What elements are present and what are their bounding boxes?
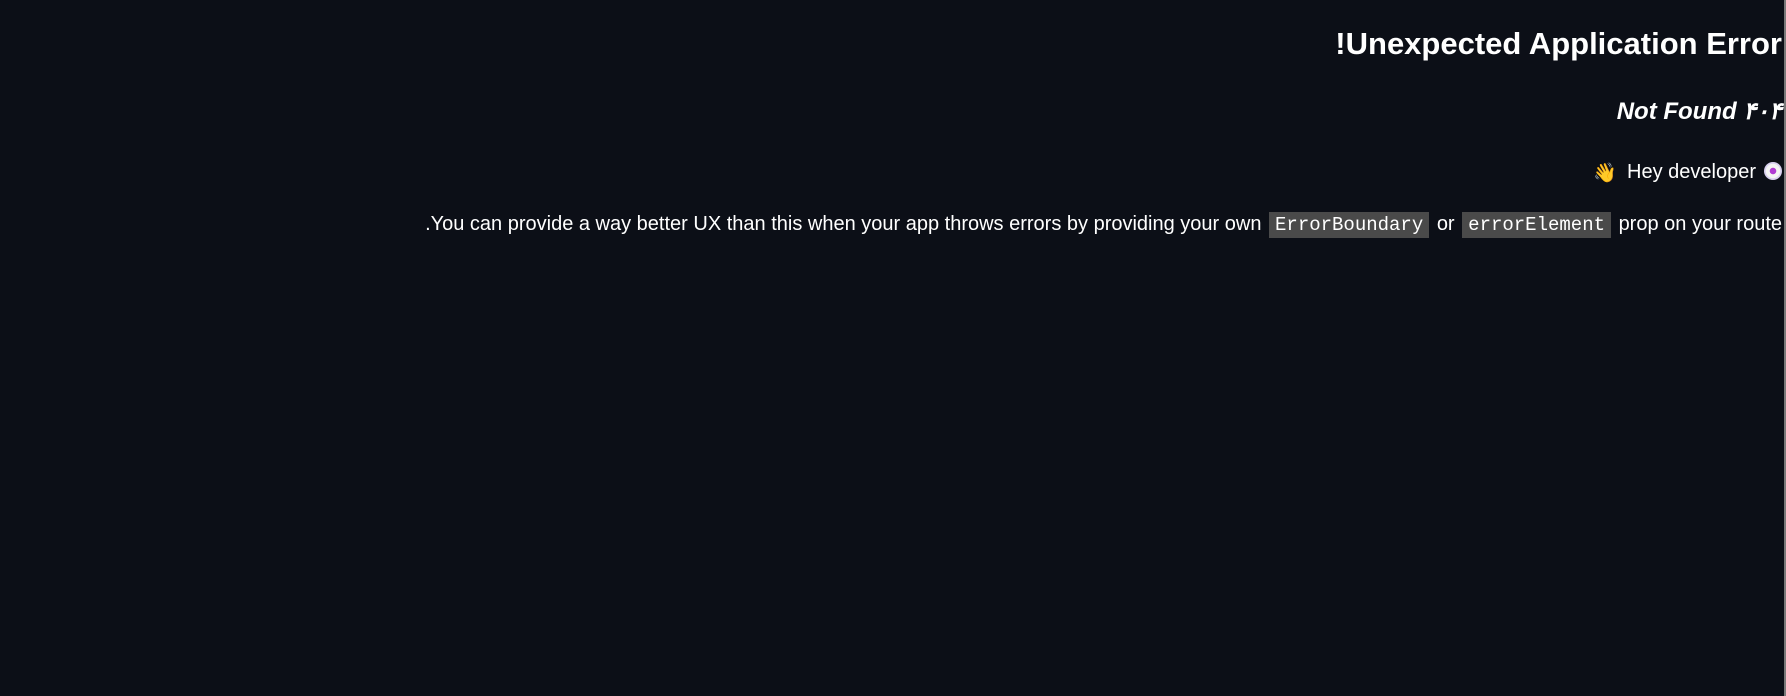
hint-connector: or	[1436, 213, 1455, 235]
hint-after: prop on your route	[1618, 213, 1782, 235]
hint-before: .You can provide a way better UX than th…	[425, 213, 1262, 235]
error-status: Not Found ۴۰۴	[1616, 98, 1782, 125]
error-hint: .You can provide a way better UX than th…	[425, 210, 1782, 238]
error-page: !Unexpected Application Error Not Found …	[0, 0, 1786, 696]
developer-text: Hey developer	[1627, 161, 1756, 183]
developer-message: 👋 Hey developer	[1593, 158, 1782, 188]
error-element-code: errorElement	[1462, 211, 1611, 238]
waving-hand-icon: 👋	[1593, 163, 1618, 184]
error-boundary-code: ErrorBoundary	[1269, 211, 1430, 238]
error-title: !Unexpected Application Error	[1335, 26, 1782, 61]
disc-icon	[1764, 162, 1782, 180]
